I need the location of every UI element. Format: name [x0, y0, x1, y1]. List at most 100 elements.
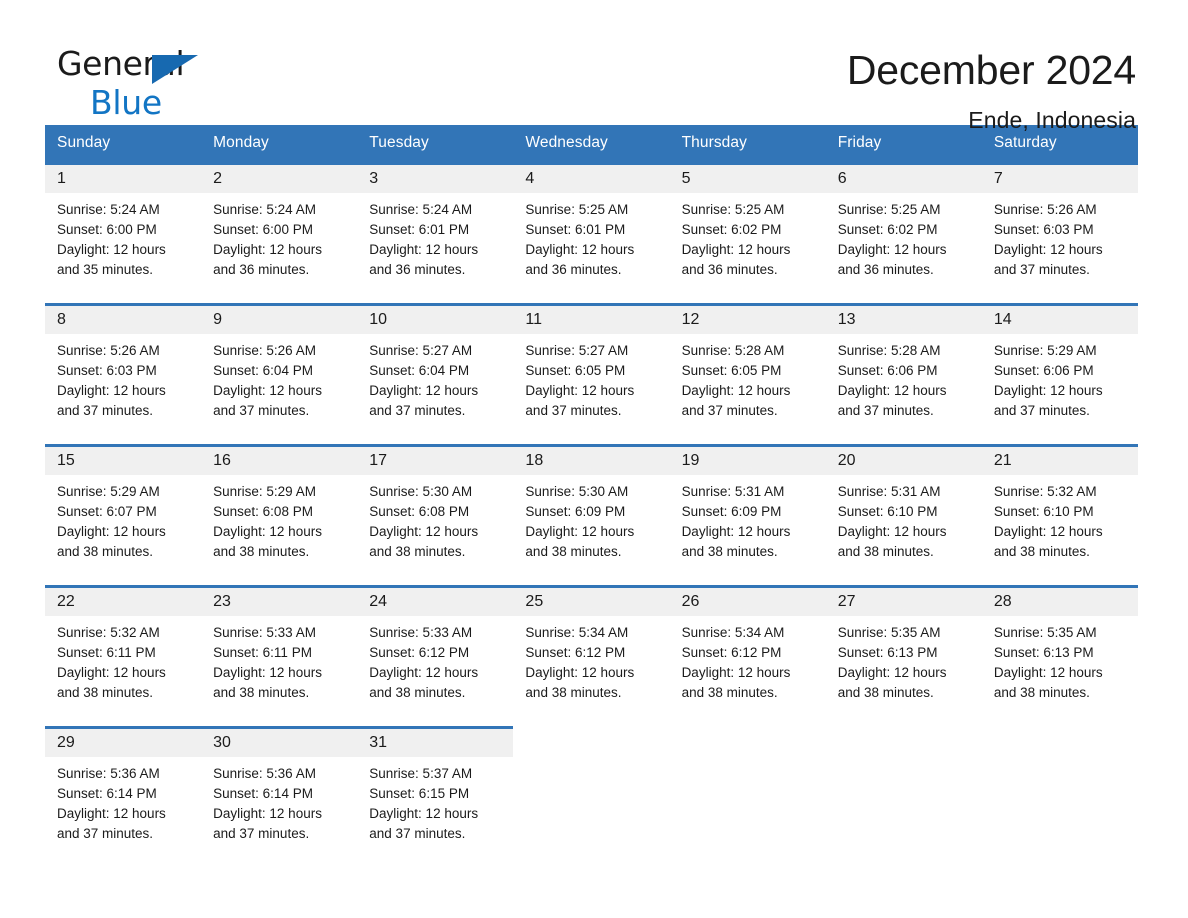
daylight-text-line1: Daylight: 12 hours — [837, 523, 947, 539]
day-cell[interactable]: Sunrise: 5:27 AM Sunset: 6:05 PM Dayligh… — [513, 333, 670, 436]
day-number[interactable]: 8 — [45, 303, 202, 334]
day-number[interactable]: 2 — [201, 161, 358, 193]
daylight-text-line1: Daylight: 12 hours — [681, 382, 791, 398]
daylight-text-line1: Daylight: 12 hours — [525, 382, 635, 398]
sunrise-text: Sunrise: 5:33 AM — [369, 624, 473, 640]
day-number[interactable]: 10 — [357, 303, 514, 334]
day-cell[interactable]: Sunrise: 5:25 AM Sunset: 6:01 PM Dayligh… — [513, 192, 670, 295]
day-cell[interactable]: Sunrise: 5:25 AM Sunset: 6:02 PM Dayligh… — [669, 192, 826, 295]
day-cell[interactable]: Sunrise: 5:29 AM Sunset: 6:08 PM Dayligh… — [201, 474, 358, 577]
day-number[interactable]: 28 — [981, 585, 1138, 616]
day-number[interactable]: 7 — [981, 161, 1138, 193]
day-number[interactable]: 27 — [825, 585, 982, 616]
day-cell[interactable]: Sunrise: 5:34 AM Sunset: 6:12 PM Dayligh… — [669, 615, 826, 718]
daylight-text-line1: Daylight: 12 hours — [213, 523, 322, 539]
sunrise-text: Sunrise: 5:24 AM — [369, 201, 473, 217]
sunset-text: Sunset: 6:03 PM — [57, 362, 157, 378]
day-cell[interactable]: Sunrise: 5:28 AM Sunset: 6:06 PM Dayligh… — [825, 333, 982, 436]
day-cell[interactable]: Sunrise: 5:36 AM Sunset: 6:14 PM Dayligh… — [45, 756, 202, 859]
general-blue-logo[interactable]: General Blue — [57, 47, 257, 123]
sunset-text: Sunset: 6:04 PM — [213, 362, 313, 378]
daylight-text-line2: and 38 minutes. — [213, 543, 310, 559]
day-number[interactable]: 31 — [357, 726, 514, 757]
daylight-text-line1: Daylight: 12 hours — [57, 523, 166, 539]
day-number[interactable]: 5 — [669, 161, 826, 193]
day-cell[interactable]: Sunrise: 5:35 AM Sunset: 6:13 PM Dayligh… — [981, 615, 1138, 718]
day-number[interactable]: 18 — [513, 444, 670, 475]
sunrise-text: Sunrise: 5:31 AM — [681, 483, 785, 499]
day-number[interactable]: 13 — [825, 303, 982, 334]
day-cell[interactable]: Sunrise: 5:28 AM Sunset: 6:05 PM Dayligh… — [669, 333, 826, 436]
daylight-text-line2: and 38 minutes. — [993, 543, 1090, 559]
day-cell[interactable]: Sunrise: 5:25 AM Sunset: 6:02 PM Dayligh… — [825, 192, 982, 295]
week-5-daynumbers: 29 30 31 — [45, 726, 1138, 757]
day-number[interactable]: 1 — [45, 161, 202, 193]
day-cell[interactable]: Sunrise: 5:29 AM Sunset: 6:07 PM Dayligh… — [45, 474, 202, 577]
day-cell[interactable]: Sunrise: 5:24 AM Sunset: 6:00 PM Dayligh… — [45, 192, 202, 295]
day-number[interactable]: 22 — [45, 585, 202, 616]
sunrise-text: Sunrise: 5:30 AM — [525, 483, 629, 499]
day-cell[interactable]: Sunrise: 5:24 AM Sunset: 6:01 PM Dayligh… — [357, 192, 514, 295]
day-number[interactable]: 26 — [669, 585, 826, 616]
sunset-text: Sunset: 6:00 PM — [213, 221, 313, 237]
day-cell[interactable]: Sunrise: 5:32 AM Sunset: 6:11 PM Dayligh… — [45, 615, 202, 718]
day-number[interactable]: 16 — [201, 444, 358, 475]
daylight-text-line1: Daylight: 12 hours — [837, 382, 947, 398]
day-number[interactable]: 15 — [45, 444, 202, 475]
daylight-text-line1: Daylight: 12 hours — [213, 241, 322, 257]
sunrise-text: Sunrise: 5:24 AM — [57, 201, 160, 217]
day-number[interactable]: 25 — [513, 585, 670, 616]
sunset-text: Sunset: 6:13 PM — [837, 644, 938, 660]
day-number[interactable]: 23 — [201, 585, 358, 616]
daylight-text-line1: Daylight: 12 hours — [837, 241, 947, 257]
row-spacer — [45, 435, 1138, 446]
day-cell[interactable]: Sunrise: 5:30 AM Sunset: 6:09 PM Dayligh… — [513, 474, 670, 577]
weekday-header-thursday: Thursday — [669, 125, 826, 164]
day-cell[interactable]: Sunrise: 5:34 AM Sunset: 6:12 PM Dayligh… — [513, 615, 670, 718]
day-number[interactable]: 3 — [357, 161, 514, 193]
sunrise-text: Sunrise: 5:32 AM — [993, 483, 1097, 499]
day-cell[interactable]: Sunrise: 5:33 AM Sunset: 6:12 PM Dayligh… — [357, 615, 514, 718]
day-number[interactable]: 19 — [669, 444, 826, 475]
page-header: General Blue December 2024 Ende, Indones… — [0, 0, 1188, 133]
sunrise-text: Sunrise: 5:34 AM — [525, 624, 629, 640]
day-number[interactable]: 20 — [825, 444, 982, 475]
day-number[interactable]: 9 — [201, 303, 358, 334]
sunset-text: Sunset: 6:12 PM — [369, 644, 470, 660]
day-number[interactable]: 11 — [513, 303, 670, 334]
daylight-text-line2: and 36 minutes. — [213, 261, 310, 277]
day-cell[interactable]: Sunrise: 5:36 AM Sunset: 6:14 PM Dayligh… — [201, 756, 358, 859]
day-number[interactable]: 24 — [357, 585, 514, 616]
day-cell[interactable]: Sunrise: 5:26 AM Sunset: 6:03 PM Dayligh… — [981, 192, 1138, 295]
day-cell[interactable]: Sunrise: 5:37 AM Sunset: 6:15 PM Dayligh… — [357, 756, 514, 859]
sunrise-text: Sunrise: 5:29 AM — [213, 483, 316, 499]
day-number[interactable]: 17 — [357, 444, 514, 475]
day-number[interactable]: 4 — [513, 161, 670, 193]
day-number[interactable]: 6 — [825, 161, 982, 193]
day-number[interactable]: 29 — [45, 726, 202, 757]
sunrise-text: Sunrise: 5:35 AM — [993, 624, 1097, 640]
day-cell[interactable]: Sunrise: 5:31 AM Sunset: 6:09 PM Dayligh… — [669, 474, 826, 577]
row-spacer — [45, 576, 1138, 587]
location-subtitle: Ende, Indonesia — [968, 107, 1136, 134]
day-number[interactable]: 12 — [669, 303, 826, 334]
daylight-text-line1: Daylight: 12 hours — [57, 241, 166, 257]
sunset-text: Sunset: 6:15 PM — [369, 785, 470, 801]
weekday-header-wednesday: Wednesday — [513, 125, 670, 164]
day-cell[interactable]: Sunrise: 5:32 AM Sunset: 6:10 PM Dayligh… — [981, 474, 1138, 577]
day-cell[interactable]: Sunrise: 5:24 AM Sunset: 6:00 PM Dayligh… — [201, 192, 358, 295]
day-cell[interactable]: Sunrise: 5:29 AM Sunset: 6:06 PM Dayligh… — [981, 333, 1138, 436]
day-cell[interactable]: Sunrise: 5:30 AM Sunset: 6:08 PM Dayligh… — [357, 474, 514, 577]
day-cell[interactable]: Sunrise: 5:27 AM Sunset: 6:04 PM Dayligh… — [357, 333, 514, 436]
daylight-text-line2: and 37 minutes. — [837, 402, 934, 418]
day-cell[interactable]: Sunrise: 5:26 AM Sunset: 6:04 PM Dayligh… — [201, 333, 358, 436]
day-number[interactable]: 30 — [201, 726, 358, 757]
day-number[interactable]: 14 — [981, 303, 1138, 334]
day-cell[interactable]: Sunrise: 5:35 AM Sunset: 6:13 PM Dayligh… — [825, 615, 982, 718]
daylight-text-line2: and 38 minutes. — [213, 684, 310, 700]
day-number[interactable]: 21 — [981, 444, 1138, 475]
day-cell[interactable]: Sunrise: 5:33 AM Sunset: 6:11 PM Dayligh… — [201, 615, 358, 718]
calendar-container: Sunday Monday Tuesday Wednesday Thursday… — [45, 125, 1138, 859]
day-cell[interactable]: Sunrise: 5:31 AM Sunset: 6:10 PM Dayligh… — [825, 474, 982, 577]
day-cell[interactable]: Sunrise: 5:26 AM Sunset: 6:03 PM Dayligh… — [45, 333, 202, 436]
